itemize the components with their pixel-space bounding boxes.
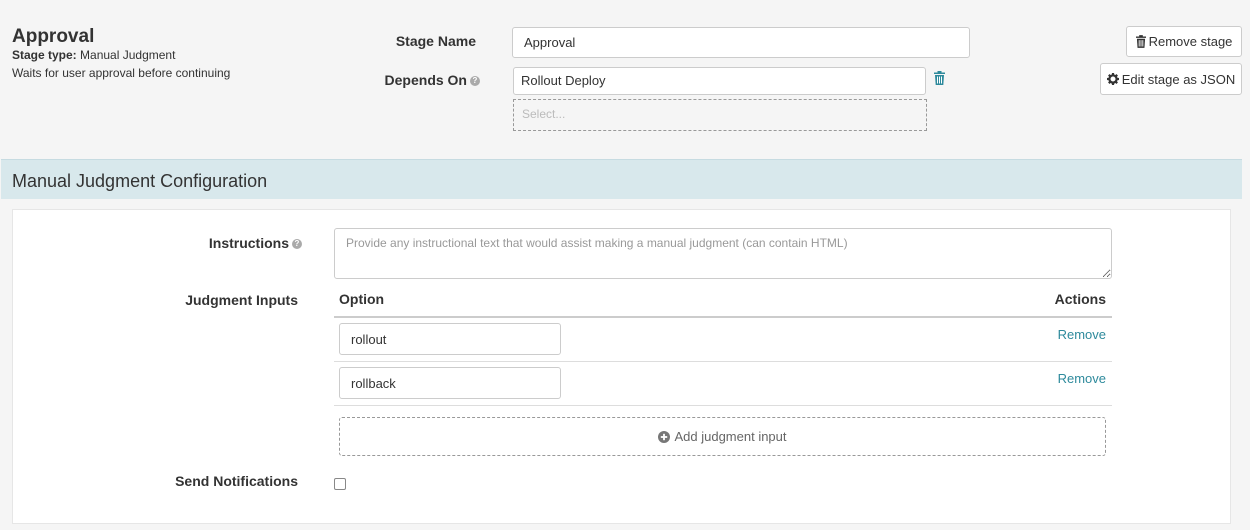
row-divider: [334, 405, 1112, 406]
option-input[interactable]: [339, 367, 561, 399]
stage-name-label: Stage Name: [395, 33, 476, 49]
table-header-divider: [334, 316, 1112, 318]
instructions-text: Instructions: [208, 235, 289, 251]
gear-icon: [1106, 73, 1119, 85]
stage-type: Stage type: Manual Judgment: [12, 48, 175, 62]
remove-option-link[interactable]: Remove: [1040, 327, 1106, 342]
remove-option-link[interactable]: Remove: [1040, 371, 1106, 386]
stage-name-input[interactable]: [512, 27, 970, 58]
trash-icon[interactable]: [934, 71, 945, 85]
option-input[interactable]: [339, 323, 561, 355]
remove-stage-label: Remove stage: [1148, 34, 1233, 49]
remove-stage-button[interactable]: Remove stage: [1126, 26, 1242, 57]
stage-type-label: Stage type:: [12, 48, 77, 62]
depends-on-text: Depends On: [384, 72, 467, 88]
instructions-label: Instructions?: [190, 235, 302, 251]
send-notifications-label: Send Notifications: [175, 473, 298, 489]
trash-icon: [1135, 35, 1146, 48]
help-icon[interactable]: ?: [470, 76, 480, 87]
option-header: Option: [339, 291, 385, 307]
add-judgment-input-label: Add judgment input: [674, 429, 787, 444]
depends-on-selected[interactable]: Rollout Deploy: [513, 67, 926, 95]
row-divider: [334, 361, 1112, 362]
stage-type-value: Manual Judgment: [80, 48, 176, 62]
section-title: Manual Judgment Configuration: [12, 171, 268, 191]
help-icon[interactable]: ?: [292, 239, 302, 250]
judgment-inputs-label: Judgment Inputs: [185, 292, 298, 308]
stage-title: Approval: [12, 26, 95, 47]
edit-json-button[interactable]: Edit stage as JSON: [1100, 63, 1242, 95]
instructions-textarea[interactable]: [334, 228, 1112, 279]
stage-description: Waits for user approval before continuin…: [12, 66, 231, 80]
plus-circle-icon: [658, 430, 671, 443]
actions-header: Actions: [1054, 291, 1106, 307]
send-notifications-checkbox[interactable]: [334, 478, 346, 490]
depends-on-label: Depends On?: [370, 72, 480, 88]
add-judgment-input-button[interactable]: Add judgment input: [339, 417, 1106, 456]
depends-on-select[interactable]: Select...: [513, 99, 927, 131]
edit-json-label: Edit stage as JSON: [1121, 71, 1236, 87]
